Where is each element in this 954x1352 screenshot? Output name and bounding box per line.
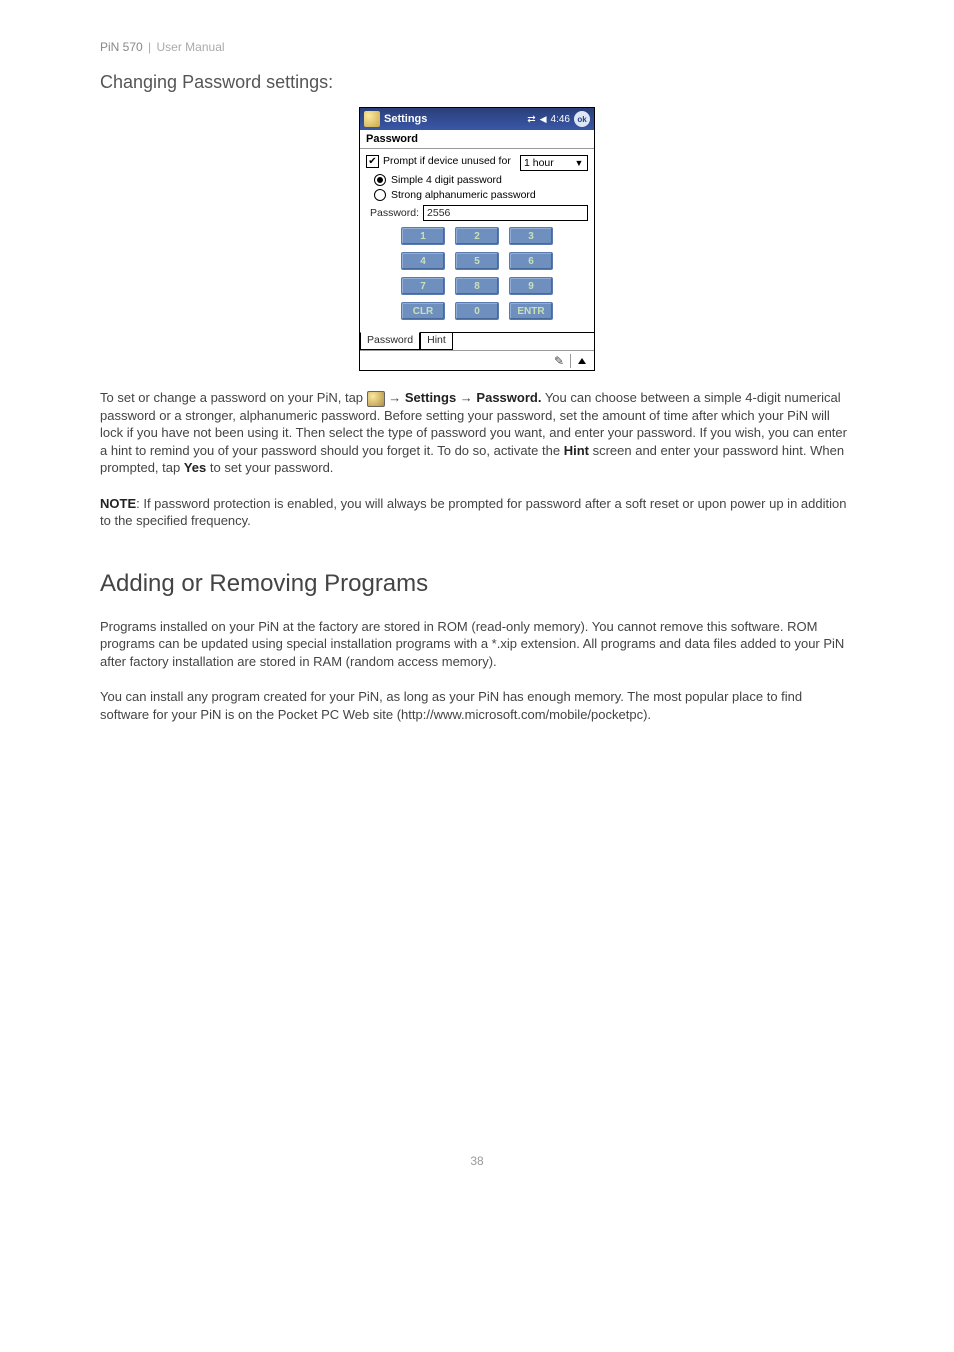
titlebar: Settings 4:46 ok	[360, 108, 594, 130]
page-header: PiN 570 | User Manual	[100, 40, 854, 54]
radio-strong-row: Strong alphanumeric password	[374, 189, 588, 201]
key-3[interactable]: 3	[509, 227, 553, 245]
screen-title: Password	[360, 130, 594, 148]
start-icon[interactable]	[364, 111, 380, 127]
doc-type: User Manual	[157, 40, 225, 54]
keypad: 1 2 3 4 5 6 7 8 9 CLR 0 ENTR	[366, 227, 588, 320]
p1-hint: Hint	[564, 443, 589, 458]
p1-post3: to set your password.	[206, 460, 333, 475]
ok-button[interactable]: ok	[574, 111, 590, 127]
paragraph-programs-rom: Programs installed on your PiN at the fa…	[100, 618, 854, 671]
titlebar-title: Settings	[384, 113, 527, 125]
password-input[interactable]: 2556	[423, 205, 588, 221]
tab-hint[interactable]: Hint	[420, 332, 453, 350]
device-screenshot: Settings 4:46 ok Password Prompt if devi…	[359, 107, 595, 371]
password-label: Password:	[370, 207, 419, 219]
p1-arrow2: →	[456, 390, 476, 405]
p1-password: Password.	[476, 390, 541, 405]
radio-simple-label: Simple 4 digit password	[391, 174, 502, 186]
product-name: PiN 570	[100, 40, 143, 54]
dropdown-arrow-icon: ▼	[573, 158, 585, 168]
p1-pre: To set or change a password on your PiN,…	[100, 390, 367, 405]
tabs: Password Hint	[360, 332, 594, 350]
tab-password[interactable]: Password	[360, 332, 420, 350]
paragraph-programs-install: You can install any program created for …	[100, 688, 854, 723]
p1-yes: Yes	[184, 460, 206, 475]
header-divider: |	[146, 40, 153, 54]
key-9[interactable]: 9	[509, 277, 553, 295]
p1-settings: Settings	[405, 390, 456, 405]
paragraph-set-password: To set or change a password on your PiN,…	[100, 389, 854, 477]
inline-start-icon	[367, 391, 385, 407]
paragraph-note: NOTE: If password protection is enabled,…	[100, 495, 854, 530]
sip-icon[interactable]: ✎	[550, 354, 568, 368]
key-2[interactable]: 2	[455, 227, 499, 245]
prompt-label: Prompt if device unused for	[383, 155, 516, 167]
status-icons: 4:46	[527, 114, 570, 125]
key-7[interactable]: 7	[401, 277, 445, 295]
content-area: Prompt if device unused for 1 hour ▼ Sim…	[360, 148, 594, 332]
unused-time-select[interactable]: 1 hour ▼	[520, 155, 588, 171]
sip-up-icon[interactable]	[573, 354, 591, 368]
clock: 4:46	[551, 114, 570, 125]
radio-simple[interactable]	[374, 174, 386, 186]
key-8[interactable]: 8	[455, 277, 499, 295]
radio-strong-label: Strong alphanumeric password	[391, 189, 536, 201]
radio-simple-row: Simple 4 digit password	[374, 174, 588, 186]
note-text: : If password protection is enabled, you…	[100, 496, 846, 529]
section-heading-password: Changing Password settings:	[100, 72, 854, 93]
prompt-checkbox[interactable]	[366, 155, 379, 168]
select-value: 1 hour	[524, 157, 554, 169]
key-4[interactable]: 4	[401, 252, 445, 270]
note-label: NOTE	[100, 496, 136, 511]
key-1[interactable]: 1	[401, 227, 445, 245]
page-number: 38	[100, 1154, 854, 1168]
key-5[interactable]: 5	[455, 252, 499, 270]
key-0[interactable]: 0	[455, 302, 499, 320]
bottom-bar: ✎	[360, 350, 594, 370]
password-row: Password: 2556	[370, 205, 588, 221]
key-entr[interactable]: ENTR	[509, 302, 553, 320]
prompt-row: Prompt if device unused for 1 hour ▼	[366, 155, 588, 171]
p1-arrow1: →	[385, 390, 405, 405]
password-value: 2556	[427, 207, 450, 219]
key-clr[interactable]: CLR	[401, 302, 445, 320]
volume-icon[interactable]	[540, 114, 547, 125]
key-6[interactable]: 6	[509, 252, 553, 270]
section-heading-programs: Adding or Removing Programs	[100, 570, 854, 598]
connectivity-icon[interactable]	[527, 114, 535, 125]
radio-strong[interactable]	[374, 189, 386, 201]
